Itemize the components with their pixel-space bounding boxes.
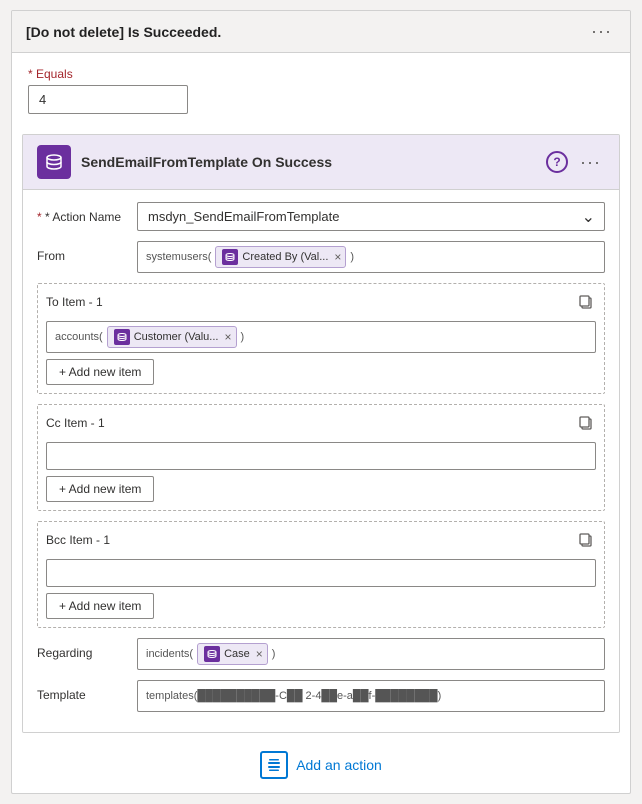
from-token-remove[interactable]: × [334, 250, 341, 264]
from-label: From [37, 241, 137, 263]
from-token: Created By (Val... × [215, 246, 346, 268]
equals-label: * Equals [28, 67, 614, 81]
regarding-value: incidents( Case × [137, 638, 605, 670]
action-block-body: * Action Name msdyn_SendEmailFromTemplat… [23, 190, 619, 732]
regarding-token-icon [204, 646, 220, 662]
to-add-item-button[interactable]: + Add new item [46, 359, 154, 385]
regarding-token-input[interactable]: incidents( Case × [137, 638, 605, 670]
cc-section: Cc Item - 1 + Add new item [37, 404, 605, 511]
to-token-label: Customer (Valu... [134, 331, 219, 343]
from-prefix: systemusers( [146, 251, 211, 263]
to-token-icon [114, 329, 130, 345]
action-dots-button[interactable]: ··· [576, 152, 605, 173]
action-block-header: SendEmailFromTemplate On Success ? ··· [23, 135, 619, 190]
to-token-remove[interactable]: × [224, 330, 231, 344]
template-text: templates(██████████-C██ 2-4██e-a██f-███… [146, 690, 441, 702]
bcc-token-input[interactable] [46, 559, 596, 587]
regarding-prefix: incidents( [146, 648, 193, 660]
from-row: From systemusers( [37, 241, 605, 273]
db-icon [37, 145, 71, 179]
action-block-wrapper: SendEmailFromTemplate On Success ? ··· *… [12, 134, 630, 733]
action-header-right: ? ··· [546, 151, 605, 173]
bcc-copy-button[interactable] [576, 530, 596, 555]
regarding-token: Case × [197, 643, 268, 665]
action-name-label: * Action Name [37, 202, 137, 224]
from-token-label: Created By (Val... [242, 251, 328, 263]
template-label: Template [37, 680, 137, 702]
to-token-input[interactable]: accounts( Customer (Valu... × [46, 321, 596, 353]
to-section-header: To Item - 1 [46, 292, 596, 317]
cc-section-header: Cc Item - 1 [46, 413, 596, 438]
template-token-input[interactable]: templates(██████████-C██ 2-4██e-a██f-███… [137, 680, 605, 712]
to-section-label: To Item - 1 [46, 295, 103, 309]
from-close-paren: ) [350, 251, 354, 263]
cc-add-item-label: + Add new item [59, 482, 141, 496]
bcc-section: Bcc Item - 1 + Add new item [37, 521, 605, 628]
action-title: SendEmailFromTemplate On Success [81, 154, 332, 170]
action-block: SendEmailFromTemplate On Success ? ··· *… [22, 134, 620, 733]
bcc-section-label: Bcc Item - 1 [46, 533, 110, 547]
header-dots-button[interactable]: ··· [587, 21, 616, 42]
to-copy-button[interactable] [576, 292, 596, 317]
bcc-section-header: Bcc Item - 1 [46, 530, 596, 555]
from-token-icon [222, 249, 238, 265]
add-action-button[interactable]: Add an action [260, 751, 382, 779]
action-name-row: * Action Name msdyn_SendEmailFromTemplat… [37, 202, 605, 231]
cc-section-label: Cc Item - 1 [46, 416, 105, 430]
cc-token-input[interactable] [46, 442, 596, 470]
equals-input[interactable] [28, 85, 188, 114]
add-action-icon [260, 751, 288, 779]
action-name-value: msdyn_SendEmailFromTemplate [137, 202, 605, 231]
to-prefix: accounts( [55, 331, 103, 343]
to-close-paren: ) [241, 331, 245, 343]
to-token: Customer (Valu... × [107, 326, 237, 348]
bcc-add-item-button[interactable]: + Add new item [46, 593, 154, 619]
card-title: [Do not delete] Is Succeeded. [26, 24, 221, 40]
from-value: systemusers( Created By (Val... [137, 241, 605, 273]
to-add-item-label: + Add new item [59, 365, 141, 379]
template-row: Template templates(██████████-C██ 2-4██e… [37, 680, 605, 712]
cc-add-item-button[interactable]: + Add new item [46, 476, 154, 502]
from-token-input[interactable]: systemusers( Created By (Val... [137, 241, 605, 273]
add-action-bar: Add an action [12, 733, 630, 793]
regarding-label: Regarding [37, 638, 137, 660]
action-header-left: SendEmailFromTemplate On Success [37, 145, 332, 179]
cc-copy-button[interactable] [576, 413, 596, 438]
main-card: [Do not delete] Is Succeeded. ··· * Equa… [11, 10, 631, 794]
help-button[interactable]: ? [546, 151, 568, 173]
regarding-row: Regarding incidents( [37, 638, 605, 670]
regarding-token-remove[interactable]: × [256, 647, 263, 661]
template-value: templates(██████████-C██ 2-4██e-a██f-███… [137, 680, 605, 712]
action-name-select-wrapper: msdyn_SendEmailFromTemplate [137, 202, 605, 231]
card-header: [Do not delete] Is Succeeded. ··· [12, 11, 630, 53]
regarding-token-label: Case [224, 648, 250, 660]
add-action-label: Add an action [296, 757, 382, 773]
action-name-select[interactable]: msdyn_SendEmailFromTemplate [137, 202, 605, 231]
regarding-close-paren: ) [272, 648, 276, 660]
equals-section: * Equals [12, 53, 630, 124]
bcc-add-item-label: + Add new item [59, 599, 141, 613]
to-section: To Item - 1 accounts( [37, 283, 605, 394]
